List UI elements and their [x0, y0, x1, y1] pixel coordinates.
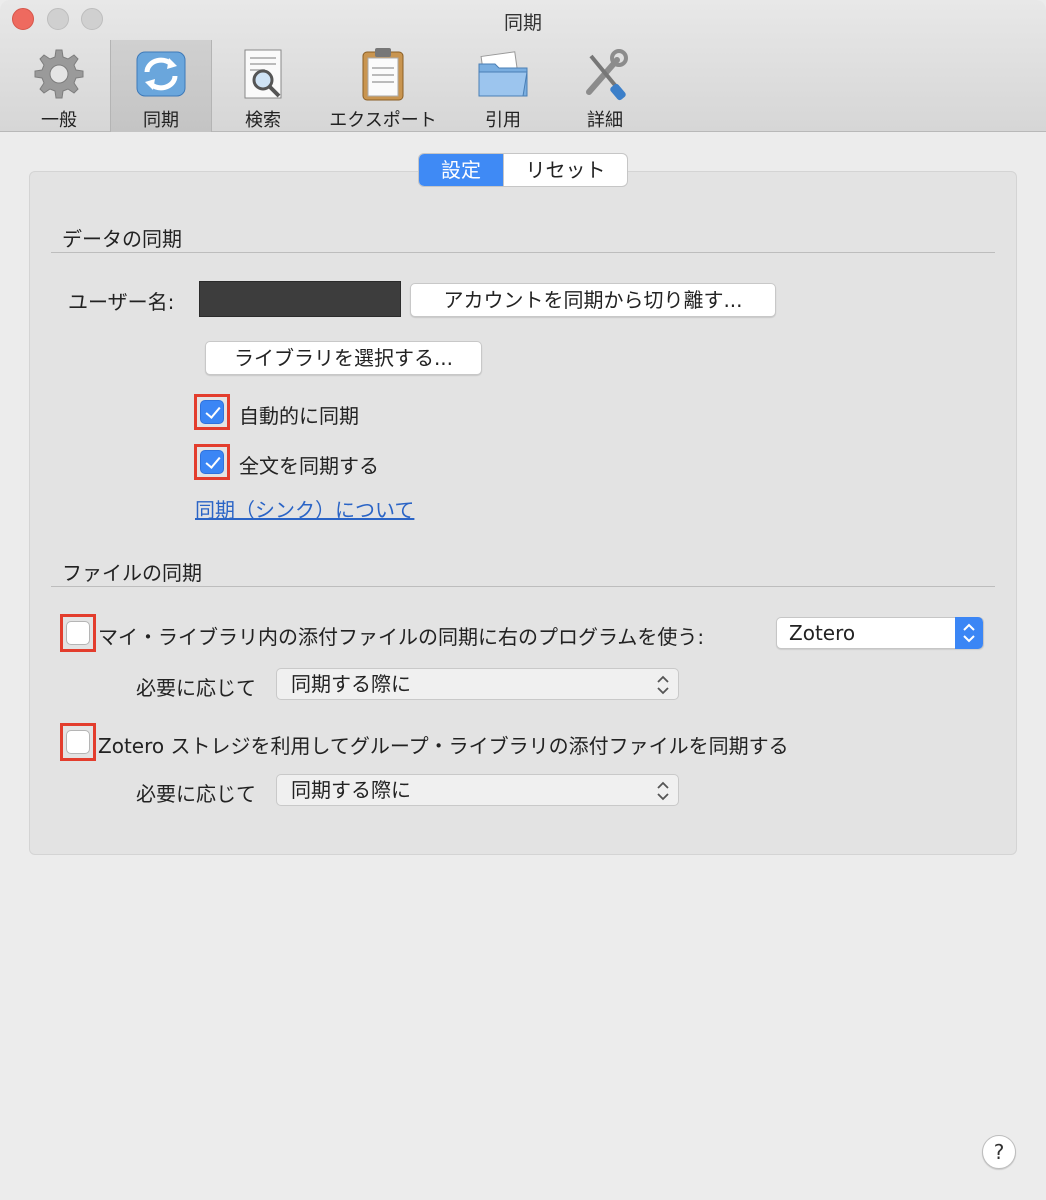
toolbar-label: 検索	[245, 110, 281, 131]
about-sync-link[interactable]: 同期（シンク）について	[195, 494, 414, 523]
toolbar-tab-sync[interactable]: 同期	[110, 40, 212, 132]
username-label: ユーザー名:	[68, 290, 175, 314]
toolbar-tab-export[interactable]: エクスポート	[314, 40, 452, 132]
choose-libraries-button[interactable]: ライブラリを選択する...	[205, 341, 482, 375]
group-file-sync-label: Zotero ストレジを利用してグループ・ライブラリの添付ファイルを同期する	[98, 734, 789, 758]
sync-program-select[interactable]: Zotero	[776, 617, 984, 649]
file-sync-heading: ファイルの同期	[62, 561, 202, 585]
tab-reset[interactable]: リセット	[503, 154, 627, 186]
toolbar-label: エクスポート	[329, 110, 437, 131]
toolbar-label: 一般	[41, 110, 77, 131]
group-file-sync-checkbox[interactable]	[66, 730, 90, 754]
clipboard-icon	[353, 46, 413, 102]
my-library-file-sync-label: マイ・ライブラリ内の添付ファイルの同期に右のプログラムを使う:	[98, 625, 705, 649]
toolbar-label: 引用	[485, 110, 521, 131]
username-field-redacted	[199, 281, 401, 317]
settings-tab-control: 設定 リセット	[418, 153, 628, 187]
gear-icon	[29, 46, 89, 102]
fulltext-sync-label: 全文を同期する	[239, 454, 379, 478]
folder-icon	[473, 46, 533, 102]
sync-icon	[131, 46, 191, 102]
data-sync-heading: データの同期	[62, 227, 182, 251]
toolbar-tab-general[interactable]: 一般	[8, 40, 110, 132]
help-button[interactable]: ?	[982, 1135, 1016, 1169]
divider	[51, 252, 995, 253]
toolbar-tab-cite[interactable]: 引用	[452, 40, 554, 132]
my-library-file-sync-checkbox[interactable]	[66, 621, 90, 645]
fulltext-sync-checkbox[interactable]	[200, 450, 224, 474]
tools-icon	[575, 46, 635, 102]
title-bar: 同期 一般 同期 検索 エクスポート 引用 詳細	[0, 0, 1046, 132]
my-library-download-value: 同期する際に	[291, 672, 411, 696]
window-title: 同期	[503, 12, 542, 34]
my-library-download-select[interactable]: 同期する際に	[276, 668, 679, 700]
chevron-updown-icon	[656, 780, 670, 810]
chevron-updown-icon	[656, 674, 670, 704]
group-download-value: 同期する際に	[291, 778, 411, 802]
chevron-updown-icon	[955, 617, 983, 649]
toolbar-tab-search[interactable]: 検索	[212, 40, 314, 132]
sync-program-value: Zotero	[789, 621, 856, 645]
toolbar-tab-advanced[interactable]: 詳細	[554, 40, 656, 132]
auto-sync-label: 自動的に同期	[239, 404, 359, 428]
tab-settings[interactable]: 設定	[419, 154, 503, 186]
group-download-label: 必要に応じて	[136, 782, 256, 806]
toolbar-label: 同期	[143, 110, 179, 131]
auto-sync-checkbox[interactable]	[200, 400, 224, 424]
search-document-icon	[233, 46, 293, 102]
toolbar-label: 詳細	[587, 110, 623, 131]
unlink-account-button[interactable]: アカウントを同期から切り離す...	[410, 283, 776, 317]
preferences-toolbar: 一般 同期 検索 エクスポート 引用 詳細	[8, 40, 656, 132]
group-download-select[interactable]: 同期する際に	[276, 774, 679, 806]
divider	[51, 586, 995, 587]
preferences-window: 同期 一般 同期 検索 エクスポート 引用 詳細 設定 リセット データの同期 …	[0, 0, 1046, 1200]
my-library-download-label: 必要に応じて	[136, 676, 256, 700]
